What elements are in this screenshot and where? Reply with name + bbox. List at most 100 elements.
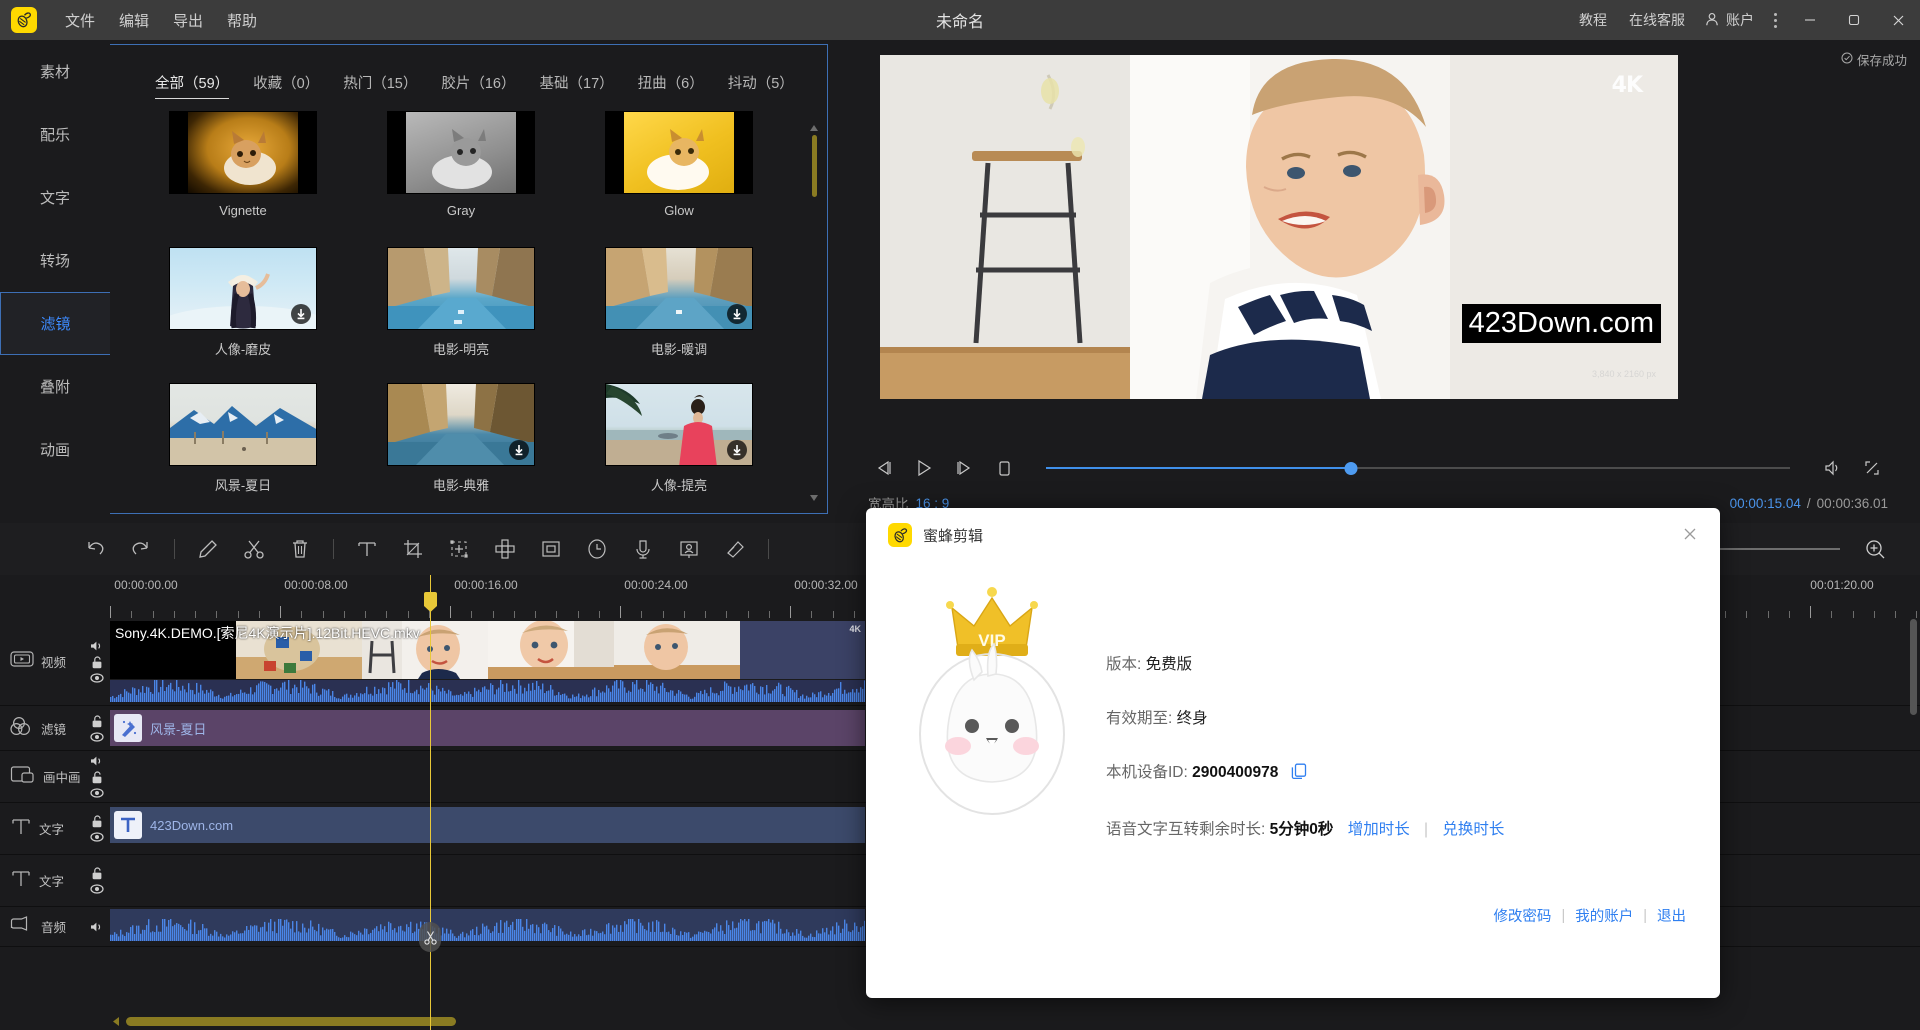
tutorial-link[interactable]: 教程: [1568, 10, 1618, 30]
volume-icon[interactable]: [90, 755, 104, 767]
add-text-button[interactable]: [344, 529, 390, 569]
close-icon[interactable]: [1676, 520, 1704, 548]
split-button[interactable]: [231, 529, 277, 569]
watermark-button[interactable]: [666, 529, 712, 569]
eye-icon[interactable]: [90, 673, 104, 683]
filter-item[interactable]: 电影-明亮: [352, 247, 570, 383]
volume-icon[interactable]: [90, 921, 104, 933]
filter-item[interactable]: 人像-提亮: [570, 383, 788, 519]
tab-distort[interactable]: 扭曲（6）: [638, 72, 704, 98]
hscroll-track[interactable]: [122, 1017, 1790, 1026]
volume-icon[interactable]: [1812, 451, 1852, 485]
stop-icon[interactable]: [984, 451, 1024, 485]
eye-icon[interactable]: [90, 884, 104, 894]
split-at-playhead-button[interactable]: [419, 922, 441, 952]
unlock-icon[interactable]: [91, 867, 103, 880]
track-header[interactable]: 视频: [0, 618, 110, 705]
change-password-link[interactable]: 修改密码: [1493, 905, 1551, 926]
speed-button[interactable]: [574, 529, 620, 569]
redeem-duration-link[interactable]: 兑换时长: [1442, 821, 1504, 838]
voiceover-button[interactable]: [620, 529, 666, 569]
play-icon[interactable]: [904, 451, 944, 485]
scroll-down-icon[interactable]: [808, 493, 820, 503]
text-clip[interactable]: 423Down.com: [110, 807, 865, 843]
hscroll-thumb[interactable]: [126, 1017, 456, 1026]
restore-icon[interactable]: [1832, 0, 1876, 40]
scrollbar-thumb[interactable]: [812, 135, 817, 197]
menu-help[interactable]: 帮助: [215, 5, 269, 36]
download-icon[interactable]: [509, 440, 529, 460]
online-support-link[interactable]: 在线客服: [1618, 10, 1696, 30]
vscroll-thumb[interactable]: [1910, 619, 1917, 715]
track-header[interactable]: 文字: [0, 803, 110, 854]
picture-in-picture-button[interactable]: [528, 529, 574, 569]
download-icon[interactable]: [291, 304, 311, 324]
unlock-icon[interactable]: [91, 771, 103, 784]
eye-icon[interactable]: [90, 788, 104, 798]
my-account-link[interactable]: 我的账户: [1575, 905, 1633, 926]
account-button[interactable]: 账户: [1696, 10, 1762, 30]
close-icon[interactable]: [1876, 0, 1920, 40]
timeline-horizontal-scrollbar[interactable]: [110, 1016, 1790, 1027]
filter-item[interactable]: Vignette: [134, 111, 352, 247]
zoom-in-icon[interactable]: [1852, 529, 1898, 569]
track-header[interactable]: 滤镜: [0, 706, 110, 750]
tab-favorites[interactable]: 收藏（0）: [253, 72, 319, 98]
unlock-icon[interactable]: [91, 715, 103, 728]
timeline-vertical-scrollbar[interactable]: [1910, 619, 1917, 999]
audio-clip[interactable]: [110, 909, 865, 941]
sidebar-item-transition[interactable]: 转场: [0, 229, 110, 292]
sidebar-item-material[interactable]: 素材: [0, 40, 110, 103]
crop-button[interactable]: [390, 529, 436, 569]
redo-button[interactable]: [118, 529, 164, 569]
sidebar-item-overlay[interactable]: 叠附: [0, 355, 110, 418]
copy-icon[interactable]: [1291, 763, 1307, 785]
video-preview[interactable]: 4K 423Down.com 3,840 x 2160 px: [880, 55, 1678, 399]
download-icon[interactable]: [727, 304, 747, 324]
logout-link[interactable]: 退出: [1657, 905, 1686, 926]
mosaic-button[interactable]: [482, 529, 528, 569]
color-adjust-button[interactable]: [712, 529, 758, 569]
filter-panel-scrollbar[interactable]: [808, 123, 820, 503]
delete-button[interactable]: [277, 529, 323, 569]
undo-button[interactable]: [72, 529, 118, 569]
fullscreen-icon[interactable]: [1852, 451, 1892, 485]
sidebar-item-animation[interactable]: 动画: [0, 418, 110, 481]
tab-hot[interactable]: 热门（15）: [343, 72, 417, 98]
track-header[interactable]: 画中画: [0, 751, 110, 802]
minimize-icon[interactable]: [1788, 0, 1832, 40]
eye-icon[interactable]: [90, 832, 104, 842]
playhead[interactable]: [430, 575, 431, 1030]
filter-item[interactable]: 电影-暖调: [570, 247, 788, 383]
unlock-icon[interactable]: [91, 656, 103, 669]
download-icon[interactable]: [727, 440, 747, 460]
filter-clip[interactable]: 风景-夏日: [110, 710, 865, 746]
tab-film[interactable]: 胶片（16）: [441, 72, 515, 98]
menu-edit[interactable]: 编辑: [107, 5, 161, 36]
sidebar-item-filter[interactable]: 滤镜: [0, 292, 110, 355]
filter-item[interactable]: Glow: [570, 111, 788, 247]
transform-button[interactable]: [436, 529, 482, 569]
playback-progress-slider[interactable]: [1046, 456, 1790, 480]
scroll-left-icon[interactable]: [110, 1017, 122, 1026]
menu-export[interactable]: 导出: [161, 5, 215, 36]
step-backward-icon[interactable]: [864, 451, 904, 485]
tab-all[interactable]: 全部（59）: [155, 72, 229, 99]
scroll-up-icon[interactable]: [808, 123, 820, 133]
unlock-icon[interactable]: [91, 815, 103, 828]
filter-item[interactable]: 人像-磨皮: [134, 247, 352, 383]
menu-file[interactable]: 文件: [53, 5, 107, 36]
sidebar-item-music[interactable]: 配乐: [0, 103, 110, 166]
track-header[interactable]: 音频: [0, 907, 110, 946]
scrollbar-track[interactable]: [812, 135, 817, 491]
step-forward-icon[interactable]: [944, 451, 984, 485]
filter-item[interactable]: 风景-夏日: [134, 383, 352, 519]
video-clip[interactable]: Sony.4K.DEMO.[索尼4K演示片].12Bit.HEVC.mkv 4K: [110, 621, 865, 679]
add-duration-link[interactable]: 增加时长: [1348, 821, 1410, 838]
volume-icon[interactable]: [90, 640, 104, 652]
tab-shake[interactable]: 抖动（5）: [728, 72, 794, 98]
video-clip-waveform[interactable]: [110, 680, 865, 702]
eye-icon[interactable]: [90, 732, 104, 742]
sidebar-item-text[interactable]: 文字: [0, 166, 110, 229]
more-vertical-icon[interactable]: [1762, 13, 1788, 28]
